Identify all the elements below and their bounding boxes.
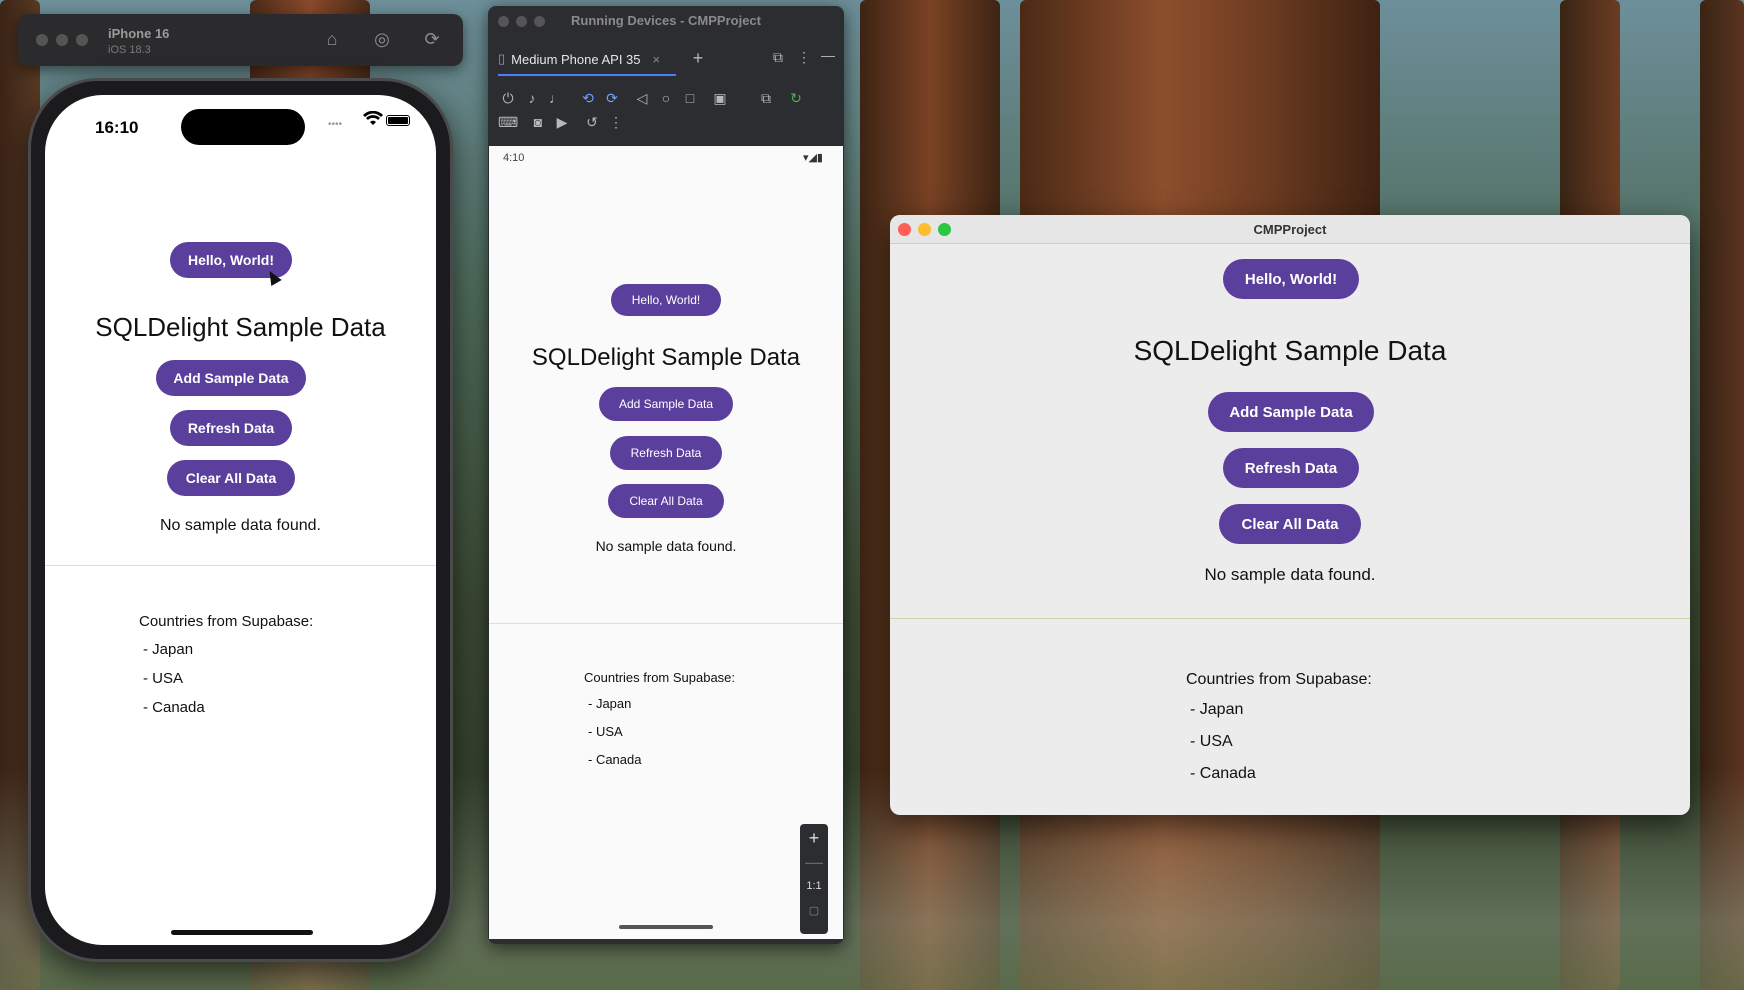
volume-up-icon[interactable]: ♪ bbox=[522, 90, 542, 106]
country-item: - USA bbox=[588, 724, 623, 739]
country-item: - Canada bbox=[1190, 765, 1256, 782]
ios-status-time: 16:10 bbox=[95, 118, 139, 137]
page-heading: SQLDelight Sample Data bbox=[1133, 335, 1447, 366]
mirror-icon[interactable]: ⧉ bbox=[756, 90, 776, 107]
add-sample-data-button[interactable]: Add Sample Data bbox=[1208, 392, 1374, 432]
active-tab-indicator bbox=[498, 74, 676, 76]
record-icon[interactable]: ▶ bbox=[552, 114, 572, 131]
country-item: - USA bbox=[143, 670, 184, 687]
hello-world-button[interactable]: Hello, World! bbox=[611, 284, 721, 316]
section-divider bbox=[45, 565, 436, 566]
power-icon[interactable]: ⏻ bbox=[498, 90, 518, 107]
countries-list: Countries from Supabase: - Japan - USA -… bbox=[139, 611, 313, 722]
more-vert-icon[interactable]: ⋮ bbox=[606, 114, 626, 131]
android-nav-bar bbox=[619, 925, 713, 929]
iphone-frame: 16:10 •••• Hello, World! SQLDelight Samp… bbox=[28, 78, 453, 962]
countries-list: Countries from Supabase: - Japan - USA -… bbox=[584, 668, 735, 774]
close-dot[interactable] bbox=[36, 34, 48, 46]
phone-icon: ▯ bbox=[498, 51, 506, 66]
window-title: CMPProject bbox=[1253, 222, 1327, 237]
zoom-out-icon[interactable]: — bbox=[800, 852, 828, 872]
countries-title: Countries from Supabase: bbox=[584, 670, 736, 685]
back-icon[interactable]: ◁ bbox=[632, 90, 652, 107]
minimize-icon[interactable]: — bbox=[818, 47, 838, 63]
add-tab-icon[interactable]: + bbox=[688, 48, 708, 69]
country-item: - Japan bbox=[588, 696, 632, 711]
clear-all-data-button[interactable]: Clear All Data bbox=[167, 460, 295, 496]
country-item: - USA bbox=[1190, 733, 1233, 750]
add-sample-data-button[interactable]: Add Sample Data bbox=[156, 360, 306, 396]
sync-icon[interactable]: ↻ bbox=[786, 90, 806, 107]
zoom-dot[interactable] bbox=[76, 34, 88, 46]
zoom-in-icon[interactable]: + bbox=[800, 824, 828, 852]
rotate-icon[interactable]: ⟳ bbox=[420, 28, 444, 50]
home-icon[interactable]: ⌂ bbox=[320, 28, 344, 50]
window-title: Running Devices - CMPProject bbox=[571, 13, 761, 28]
simulator-toolbar: iPhone 16 iOS 18.3 ⌂ ◎ ⟳ bbox=[18, 14, 463, 66]
empty-message: No sample data found. bbox=[160, 517, 321, 534]
refresh-data-button[interactable]: Refresh Data bbox=[610, 436, 722, 470]
signal-dots-icon: •••• bbox=[328, 119, 343, 130]
dynamic-island bbox=[181, 109, 305, 145]
camera-icon[interactable]: ◙ bbox=[528, 114, 548, 130]
clear-all-data-button[interactable]: Clear All Data bbox=[608, 484, 724, 518]
android-running-devices-window: Running Devices - CMPProject ▯ Medium Ph… bbox=[488, 6, 844, 944]
fit-screen-icon[interactable]: ▢ bbox=[800, 900, 828, 922]
section-divider bbox=[489, 623, 843, 624]
home-icon[interactable]: ○ bbox=[656, 90, 676, 106]
android-screen: 4:10 ▾◢▮ Hello, World! SQLDelight Sample… bbox=[489, 146, 843, 939]
iphone-screen: 16:10 •••• Hello, World! SQLDelight Samp… bbox=[45, 95, 436, 945]
countries-title: Countries from Supabase: bbox=[139, 613, 314, 630]
section-divider bbox=[890, 618, 1690, 619]
refresh-data-button[interactable]: Refresh Data bbox=[170, 410, 292, 446]
overview-icon[interactable]: □ bbox=[680, 90, 700, 106]
reset-icon[interactable]: ↺ bbox=[582, 114, 602, 131]
device-name: iPhone 16 bbox=[108, 26, 170, 41]
clear-all-data-button[interactable]: Clear All Data bbox=[1219, 504, 1361, 544]
close-icon[interactable]: × bbox=[653, 52, 661, 67]
minimize-dot[interactable] bbox=[56, 34, 68, 46]
zoom-ratio[interactable]: 1:1 bbox=[800, 872, 828, 900]
desktop-app-window: CMPProject Hello, World! SQLDelight Samp… bbox=[890, 215, 1690, 815]
android-status-time: 4:10 bbox=[503, 152, 525, 164]
tab-device[interactable]: ▯ Medium Phone API 35 × bbox=[498, 44, 660, 74]
more-icon[interactable]: ⋮ bbox=[794, 49, 814, 66]
rotate-left-icon[interactable]: ⟲ bbox=[578, 90, 598, 107]
country-item: - Japan bbox=[1190, 701, 1244, 718]
os-version: iOS 18.3 bbox=[108, 44, 151, 56]
zoom-controls: + — 1:1 ▢ bbox=[800, 824, 828, 934]
window-titlebar: CMPProject bbox=[890, 215, 1690, 244]
battery-icon bbox=[386, 115, 410, 126]
expand-icon[interactable]: ⧉ bbox=[768, 49, 788, 66]
rotate-right-icon[interactable]: ⟳ bbox=[602, 90, 622, 107]
country-item: - Canada bbox=[588, 752, 642, 767]
countries-list: Countries from Supabase: - Japan - USA -… bbox=[1186, 669, 1372, 790]
hello-world-button[interactable]: Hello, World! bbox=[1223, 259, 1359, 299]
device-icon[interactable]: ▣ bbox=[710, 90, 730, 107]
keyboard-icon[interactable]: ⌨ bbox=[498, 114, 518, 131]
country-item: - Japan bbox=[143, 641, 194, 658]
add-sample-data-button[interactable]: Add Sample Data bbox=[599, 387, 733, 421]
refresh-data-button[interactable]: Refresh Data bbox=[1223, 448, 1359, 488]
wifi-icon bbox=[363, 110, 383, 132]
screenshot-icon[interactable]: ◎ bbox=[370, 28, 394, 50]
status-icons: ▾◢▮ bbox=[802, 152, 823, 164]
countries-title: Countries from Supabase: bbox=[1186, 671, 1372, 688]
country-item: - Canada bbox=[143, 699, 205, 716]
page-heading: SQLDelight Sample Data bbox=[95, 312, 386, 342]
home-indicator bbox=[171, 930, 313, 935]
volume-down-icon[interactable]: ♩ bbox=[546, 90, 566, 106]
tab-label: Medium Phone API 35 bbox=[511, 51, 641, 67]
empty-message: No sample data found. bbox=[595, 538, 737, 554]
empty-message: No sample data found. bbox=[1204, 565, 1376, 584]
page-heading: SQLDelight Sample Data bbox=[531, 344, 801, 371]
